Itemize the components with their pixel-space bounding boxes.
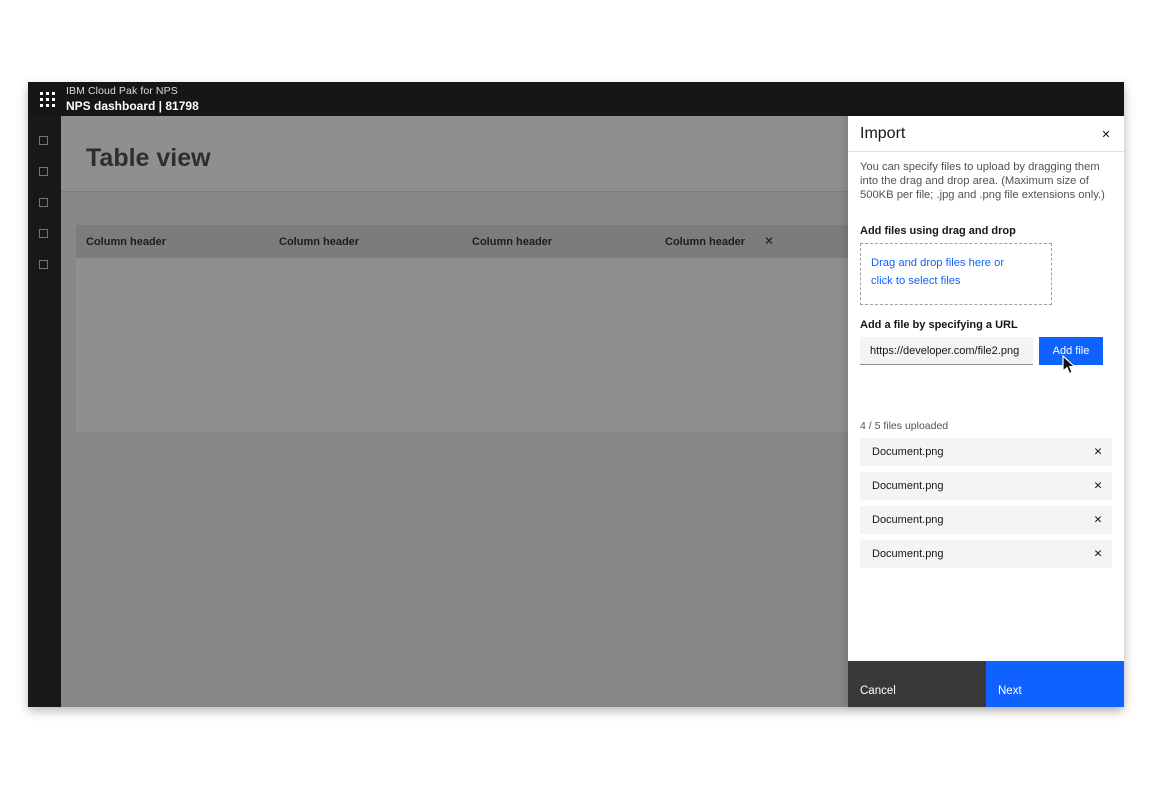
table-body <box>76 258 848 432</box>
panel-body: You can specify files to upload by dragg… <box>848 161 1124 568</box>
column-header: Column header <box>462 236 655 248</box>
panel-header: Import ✕ <box>848 116 1124 152</box>
url-upload-row: Add file <box>860 337 1112 365</box>
panel-description: You can specify files to upload by dragg… <box>860 161 1112 202</box>
square-icon <box>39 198 48 207</box>
app-switcher-button[interactable] <box>36 89 58 109</box>
sidebar-item-4[interactable] <box>39 229 50 240</box>
remove-file-icon[interactable]: ✕ <box>1088 544 1108 564</box>
screen: IBM Cloud Pak for NPS NPS dashboard | 81… <box>0 0 1152 788</box>
remove-file-icon[interactable]: ✕ <box>1088 510 1108 530</box>
product-name: IBM Cloud Pak for NPS <box>66 86 199 97</box>
dropzone-link-text[interactable]: Drag and drop files here or click to sel… <box>871 257 1004 287</box>
add-file-button[interactable]: Add file <box>1039 337 1103 365</box>
uploaded-file-row: Document.png ✕ <box>860 472 1112 500</box>
file-dropzone[interactable]: Drag and drop files here or click to sel… <box>860 243 1052 305</box>
remove-file-icon[interactable]: ✕ <box>1088 476 1108 496</box>
file-name: Document.png <box>872 548 944 560</box>
table-header-row: Column header Column header Column heade… <box>76 225 848 258</box>
url-label: Add a file by specifying a URL <box>860 319 1112 331</box>
file-name: Document.png <box>872 446 944 458</box>
uploaded-file-row: Document.png ✕ <box>860 540 1112 568</box>
app-title: NPS dashboard | 81798 <box>66 100 199 112</box>
upload-status: 4 / 5 files uploaded <box>860 420 1112 432</box>
remove-file-icon[interactable]: ✕ <box>1088 442 1108 462</box>
uploaded-file-row: Document.png ✕ <box>860 506 1112 534</box>
square-icon <box>39 167 48 176</box>
file-name: Document.png <box>872 480 944 492</box>
app-switcher-icon <box>40 92 55 107</box>
file-name: Document.png <box>872 514 944 526</box>
import-panel: Import ✕ You can specify files to upload… <box>848 116 1124 707</box>
square-icon <box>39 136 48 145</box>
main-content: Table view Column header Column header C… <box>61 116 848 707</box>
close-icon[interactable]: ✕ <box>1096 124 1116 144</box>
table-close-icon[interactable]: ✕ <box>759 231 779 251</box>
app-header: IBM Cloud Pak for NPS NPS dashboard | 81… <box>28 82 1124 116</box>
page-title: Table view <box>86 144 211 173</box>
app-window: IBM Cloud Pak for NPS NPS dashboard | 81… <box>28 82 1124 707</box>
file-url-input[interactable] <box>860 337 1033 365</box>
header-titles: IBM Cloud Pak for NPS NPS dashboard | 81… <box>66 86 199 112</box>
next-button[interactable]: Next <box>986 661 1124 707</box>
sidebar-item-5[interactable] <box>39 260 50 271</box>
square-icon <box>39 229 48 238</box>
sidebar-item-1[interactable] <box>39 136 50 147</box>
sidebar-item-3[interactable] <box>39 198 50 209</box>
dragdrop-label: Add files using drag and drop <box>860 225 1112 237</box>
square-icon <box>39 260 48 269</box>
column-header: Column header <box>655 236 848 248</box>
column-header: Column header <box>76 236 269 248</box>
panel-footer: Cancel Next <box>848 661 1124 707</box>
left-nav-sidebar <box>28 116 61 707</box>
cancel-button[interactable]: Cancel <box>848 661 986 707</box>
sidebar-item-2[interactable] <box>39 167 50 178</box>
uploaded-file-row: Document.png ✕ <box>860 438 1112 466</box>
panel-title: Import <box>860 125 905 143</box>
column-header: Column header <box>269 236 462 248</box>
data-table: Column header Column header Column heade… <box>76 225 848 432</box>
